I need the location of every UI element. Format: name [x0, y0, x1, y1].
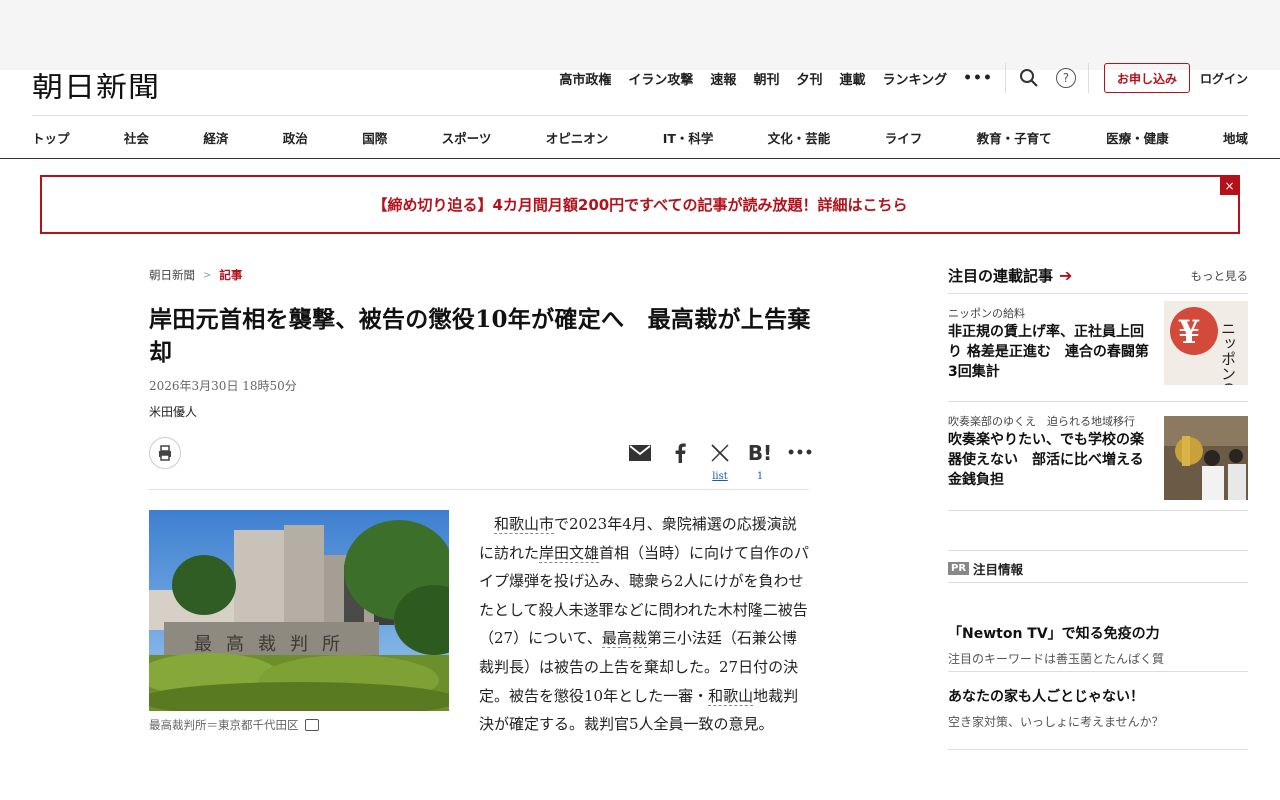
share-facebook-button[interactable] — [660, 440, 700, 485]
nav-item-education[interactable]: 教育・子育て — [977, 128, 1052, 147]
mail-icon — [629, 440, 651, 466]
util-link-evening[interactable]: 夕刊 — [796, 69, 822, 88]
divider — [149, 489, 809, 490]
photo-caption-text: 最高裁判所＝東京都千代田区 — [149, 718, 299, 732]
serial-label[interactable]: ニッポンの給料 — [948, 305, 1025, 321]
pr-item-title[interactable]: 「Newton TV」で知る免疫の力 — [948, 623, 1248, 643]
promo-banner[interactable]: 【締め切り迫る】4カ月間月額200円ですべての記事が読み放題！詳細はこちら × — [40, 175, 1240, 234]
help-icon[interactable]: ? — [1055, 68, 1076, 88]
pr-item-subtitle[interactable]: 空き家対策、いっしょに考えませんか？ — [948, 713, 1248, 730]
util-link-ranking[interactable]: ランキング — [882, 69, 947, 88]
util-link-takaichi[interactable]: 高市政権 — [559, 69, 611, 88]
util-link-morning[interactable]: 朝刊 — [753, 69, 779, 88]
nav-item-economy[interactable]: 経済 — [203, 128, 228, 147]
nav-item-top[interactable]: トップ — [32, 128, 70, 147]
signup-button[interactable]: お申し込み — [1103, 63, 1190, 93]
serial-thumbnail[interactable]: ¥ ニッポンの給料 — [1164, 301, 1248, 385]
divider — [948, 293, 1248, 294]
keyword-link[interactable]: 和歌山 — [708, 686, 754, 706]
pr-item[interactable]: 「Newton TV」で知る免疫の力 注目のキーワードは善玉菌とたんぱく質 — [948, 623, 1248, 667]
util-link-iran[interactable]: イラン攻撃 — [628, 69, 693, 88]
arrow-right-icon: ➔ — [1059, 266, 1073, 285]
promo-banner-text[interactable]: 【締め切り迫る】4カ月間月額200円ですべての記事が読み放題！詳細はこちら — [372, 194, 907, 215]
nav-item-culture[interactable]: 文化・芸能 — [768, 128, 831, 147]
divider — [1004, 63, 1006, 93]
pr-header: PR 注目情報 — [948, 559, 1023, 578]
serial-thumbnail[interactable] — [1164, 416, 1248, 500]
divider — [1087, 63, 1089, 93]
util-link-serial[interactable]: 連載 — [839, 69, 865, 88]
keyword-link[interactable]: 岸田文雄 — [539, 543, 600, 563]
keyword-link[interactable]: 和歌山市 — [494, 515, 555, 534]
article-body: 和歌山市で2023年4月、衆院補選の応援演説に訪れた岸田文雄首相（当時）に向けて… — [479, 510, 811, 739]
util-link-breaking[interactable]: 速報 — [710, 69, 736, 88]
svg-text:最高裁判所: 最高裁判所 — [194, 634, 354, 655]
site-logo[interactable]: 朝日新聞 — [32, 64, 160, 105]
serial-label[interactable]: 吹奏楽部のゆくえ 迫られる地域移行 — [948, 413, 1135, 429]
serial-title[interactable]: 吹奏楽やりたい、でも学校の楽器使えない 部活に比べ増える金銭負担 — [948, 430, 1153, 490]
serial-title[interactable]: 非正規の賃上げ率、正社員上回り 格差是正進む 連合の春闘第3回集計 — [948, 322, 1153, 382]
share-mail-button[interactable] — [620, 440, 660, 485]
sidebar-title: 注目の連載記事 — [948, 267, 1054, 285]
sidebar-header: 注目の連載記事 ➔ もっと見る — [948, 265, 1248, 286]
divider — [948, 550, 1248, 551]
breadcrumb-separator: > — [203, 269, 212, 281]
nav-item-life[interactable]: ライフ — [885, 128, 923, 147]
share-bar: list B! 1 ••• — [620, 440, 820, 485]
nav-item-society[interactable]: 社会 — [124, 128, 149, 147]
site-header: 朝日新聞 高市政権 イラン攻撃 速報 朝刊 夕刊 連載 ランキング ••• ? … — [0, 60, 1280, 116]
nav-item-opinion[interactable]: オピニオン — [546, 128, 609, 147]
svg-text:¥: ¥ — [1178, 313, 1200, 351]
article-author[interactable]: 米田優人 — [149, 403, 197, 420]
nav-item-region[interactable]: 地域 — [1223, 128, 1248, 147]
share-hatena-button[interactable]: B! 1 — [740, 440, 780, 485]
main-nav: トップ 社会 経済 政治 国際 スポーツ オピニオン IT・科学 文化・芸能 ラ… — [32, 116, 1248, 158]
serial-item[interactable]: 吹奏楽部のゆくえ 迫られる地域移行 吹奏楽やりたい、でも学校の楽器使えない 部活… — [948, 413, 1248, 500]
divider — [948, 749, 1248, 750]
nav-item-it-science[interactable]: IT・科学 — [663, 128, 714, 147]
article-photo[interactable]: 最高裁判所 — [149, 510, 449, 711]
keyword-link[interactable]: 最高裁 — [601, 629, 647, 649]
share-x-button[interactable]: list — [700, 440, 740, 485]
pr-badge: PR — [948, 562, 970, 575]
article-title: 岸田元首相を襲撃、被告の懲役10年が確定へ 最高裁が上告棄却 — [149, 306, 811, 366]
serial-item[interactable]: ニッポンの給料 非正規の賃上げ率、正社員上回り 格差是正進む 連合の春闘第3回集… — [948, 301, 1248, 391]
search-icon[interactable] — [1018, 67, 1040, 89]
breadcrumb: 朝日新聞 > 記事 — [149, 267, 242, 283]
share-x-count[interactable]: list — [712, 471, 728, 485]
sidebar-title-link[interactable]: 注目の連載記事 ➔ — [948, 265, 1072, 286]
pr-item[interactable]: あなたの家も人ごとじゃない！ 空き家対策、いっしょに考えませんか？ — [948, 686, 1248, 730]
article-date: 2026年3月30日 18時50分 — [149, 379, 297, 393]
x-icon — [711, 440, 729, 466]
more-menu-button[interactable]: ••• — [963, 70, 993, 86]
share-hatena-count[interactable]: 1 — [757, 471, 763, 485]
nav-item-politics[interactable]: 政治 — [283, 128, 308, 147]
facebook-icon — [674, 440, 686, 466]
nav-item-international[interactable]: 国際 — [362, 128, 387, 147]
divider — [948, 582, 1248, 583]
divider — [948, 510, 1248, 511]
breadcrumb-home[interactable]: 朝日新聞 — [149, 267, 195, 283]
print-icon — [159, 445, 171, 461]
close-icon[interactable]: × — [1220, 176, 1239, 195]
divider — [948, 401, 1248, 402]
nav-item-health[interactable]: 医療・健康 — [1106, 128, 1169, 147]
nav-item-sports[interactable]: スポーツ — [442, 128, 492, 147]
utility-bar: 高市政権 イラン攻撃 速報 朝刊 夕刊 連載 ランキング ••• ? お申し込み… — [542, 60, 1248, 96]
divider — [948, 671, 1248, 672]
serial-thumb-text: ニッポンの給料 — [1219, 321, 1237, 385]
print-button[interactable] — [149, 437, 181, 469]
sidebar-more-link[interactable]: もっと見る — [1191, 268, 1249, 284]
share-more-button[interactable]: ••• — [780, 440, 820, 485]
breadcrumb-current: 記事 — [219, 268, 243, 282]
image-icon[interactable] — [304, 719, 319, 731]
more-icon: ••• — [786, 445, 814, 461]
pr-item-subtitle[interactable]: 注目のキーワードは善玉菌とたんぱく質 — [948, 650, 1248, 667]
pr-item-title[interactable]: あなたの家も人ごとじゃない！ — [948, 686, 1248, 706]
login-button[interactable]: ログイン — [1200, 70, 1248, 87]
pr-label: 注目情報 — [973, 562, 1024, 577]
hatena-icon: B! — [747, 441, 773, 465]
photo-caption: 最高裁判所＝東京都千代田区 — [149, 717, 319, 733]
divider — [0, 158, 1280, 159]
